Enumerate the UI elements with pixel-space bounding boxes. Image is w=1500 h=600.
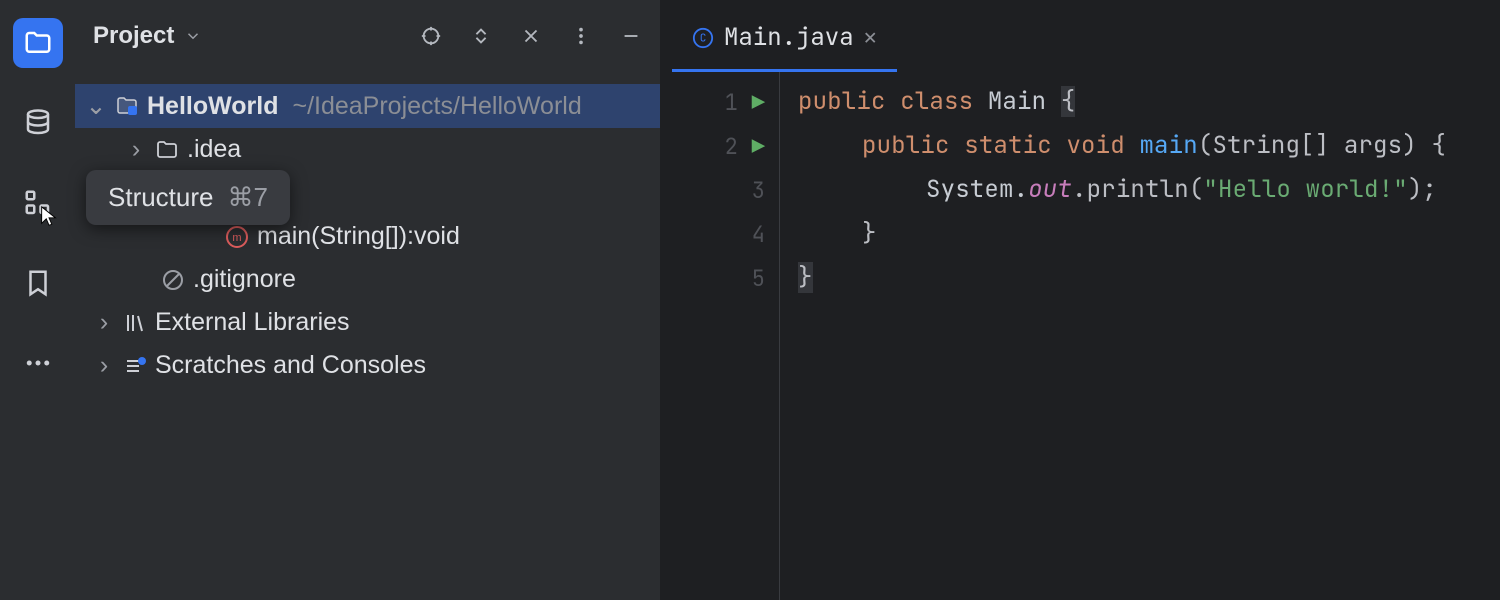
activity-structure-icon[interactable] (13, 178, 63, 228)
activity-more-icon[interactable] (13, 338, 63, 388)
minimize-icon[interactable] (620, 25, 642, 47)
line-number: 1 (725, 88, 738, 117)
svg-text:C: C (700, 31, 707, 45)
folder-icon (155, 138, 179, 162)
line-number: 5 (752, 264, 765, 293)
activity-database-icon[interactable] (13, 98, 63, 148)
activity-project-icon[interactable] (13, 18, 63, 68)
tree-gitignore[interactable]: .gitignore (75, 258, 660, 301)
line-number: 2 (725, 132, 738, 161)
locate-icon[interactable] (420, 25, 442, 47)
tooltip-shortcut: ⌘7 (228, 182, 268, 213)
tree-idea-label: .idea (187, 135, 241, 164)
tree-ext-libs[interactable]: › External Libraries (75, 301, 660, 344)
tab-label: Main.java (724, 22, 854, 53)
tree-scratches-label: Scratches and Consoles (155, 351, 426, 380)
tooltip-label: Structure (108, 182, 214, 213)
close-icon[interactable]: ✕ (864, 23, 877, 52)
tree-idea-folder[interactable]: › .idea (75, 128, 660, 171)
arrow-collapsed-icon: › (125, 135, 147, 164)
tree-gitignore-label: .gitignore (193, 265, 296, 294)
ignore-icon (161, 268, 185, 292)
editor: C Main.java ✕ 1 ▶ 2 ▶ 3 4 5 public class M… (660, 0, 1500, 600)
collapse-icon[interactable] (520, 25, 542, 47)
activity-bookmarks-icon[interactable] (13, 258, 63, 308)
project-panel: Project ⌄ HelloWorld ~/IdeaProjects/Hell… (75, 0, 660, 600)
panel-title-select[interactable]: Project (93, 22, 202, 50)
run-icon[interactable]: ▶ (752, 88, 765, 117)
module-folder-icon (115, 94, 139, 118)
run-icon[interactable]: ▶ (752, 132, 765, 161)
tree-root[interactable]: ⌄ HelloWorld ~/IdeaProjects/HelloWorld (75, 84, 660, 128)
scratches-icon (123, 354, 147, 378)
tree-main-method-label: main(String[]):void (257, 222, 460, 251)
expand-icon[interactable] (470, 25, 492, 47)
svg-text:m: m (232, 232, 241, 244)
method-icon: m (225, 225, 249, 249)
arrow-expanded-icon: ⌄ (85, 91, 107, 121)
chevron-down-icon (184, 27, 202, 45)
line-number: 4 (752, 220, 765, 249)
tooltip-structure: Structure ⌘7 (86, 170, 290, 225)
panel-actions (420, 25, 642, 47)
arrow-collapsed-icon: › (93, 351, 115, 380)
activity-bar (0, 0, 75, 600)
editor-tabs: C Main.java ✕ (660, 0, 1500, 72)
code[interactable]: public class Main { public static void m… (780, 72, 1500, 600)
project-tree: ⌄ HelloWorld ~/IdeaProjects/HelloWorld ›… (75, 72, 660, 399)
library-icon (123, 311, 147, 335)
panel-title-label: Project (93, 22, 174, 50)
line-number: 3 (752, 176, 765, 205)
gutter: 1 ▶ 2 ▶ 3 4 5 (660, 72, 780, 600)
tree-ext-libs-label: External Libraries (155, 308, 350, 337)
code-area: 1 ▶ 2 ▶ 3 4 5 public class Main { public s… (660, 72, 1500, 600)
tree-root-path: ~/IdeaProjects/HelloWorld (292, 92, 581, 121)
tree-root-name: HelloWorld (147, 92, 278, 121)
tab-main-java[interactable]: C Main.java ✕ (672, 8, 897, 72)
panel-header: Project (75, 0, 660, 72)
tree-scratches[interactable]: › Scratches and Consoles (75, 344, 660, 387)
arrow-collapsed-icon: › (93, 308, 115, 337)
class-icon: C (692, 27, 714, 49)
kebab-icon[interactable] (570, 25, 592, 47)
